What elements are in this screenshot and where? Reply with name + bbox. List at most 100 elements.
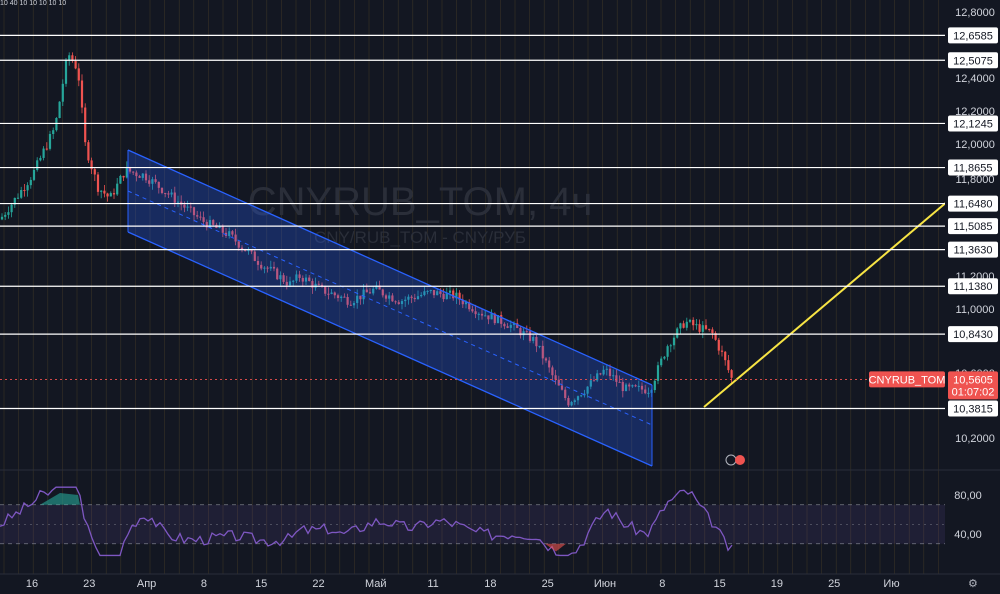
- candle-body: [720, 350, 724, 352]
- time-tick-label: 16: [26, 578, 38, 590]
- candle-body: [26, 185, 29, 191]
- level-price-box: 11,6480: [948, 195, 998, 212]
- candle-body: [80, 80, 84, 108]
- candle-body: [708, 328, 711, 330]
- candle-body: [61, 83, 64, 102]
- time-axis: 16 23 Апр 8 15 22 Май 11 18 25 Июн 8 15 19 25 Ию: [0, 573, 1000, 590]
- level-price-box: 11,1380: [948, 278, 998, 295]
- candle-body: [672, 337, 676, 346]
- candle-body: [109, 193, 112, 197]
- rsi-tick-label: 40,00: [954, 529, 982, 541]
- level-price-box: 12,5075: [948, 52, 998, 69]
- price-tick-label: 11,0000: [956, 304, 995, 316]
- level-box-label: 10,8430: [953, 329, 993, 341]
- candle-body: [682, 323, 685, 328]
- settings-gear-icon[interactable]: ⚙: [968, 578, 980, 590]
- candle-body: [669, 345, 672, 347]
- price-axis-bg: [945, 0, 1000, 594]
- current-price-box: 10,560501:07:02: [948, 371, 998, 400]
- current-symbol-tag: CNYRUB_TOM: [869, 371, 946, 388]
- event-markers: [725, 454, 745, 466]
- level-box-label: 12,1245: [953, 118, 993, 130]
- candle-body: [74, 60, 77, 69]
- price-tick-label: 10,2000: [955, 433, 995, 445]
- candle-body: [685, 321, 688, 328]
- time-tick-label: 22: [312, 578, 324, 590]
- candle-body: [29, 179, 32, 186]
- candle-body: [730, 370, 733, 378]
- candle-body: [84, 107, 87, 143]
- candle-body: [55, 117, 58, 131]
- symbol-sub-watermark: CNY/RUB_TOM - CNY/РУБ: [314, 228, 526, 247]
- candle-body: [42, 148, 45, 158]
- symbol-tag-label: CNYRUB_TOM: [869, 374, 946, 386]
- candle-body: [660, 358, 663, 366]
- time-tick-label: Май: [365, 578, 387, 590]
- candle-body: [10, 204, 13, 213]
- time-tick-label: 25: [828, 578, 840, 590]
- time-tick-label: Июн: [594, 578, 616, 590]
- level-price-box: 10,3815: [948, 400, 998, 417]
- price-axis: 12,800012,400012,200012,000011,800011,20…: [945, 0, 1000, 594]
- time-tick-label: 15: [713, 578, 725, 590]
- candle-body: [7, 212, 10, 215]
- level-price-box: 12,6585: [948, 27, 998, 44]
- level-price-box: 10,8430: [948, 326, 998, 343]
- candle-body: [96, 174, 100, 192]
- candle-body: [112, 193, 116, 195]
- rsi-overbought-fill: [40, 493, 80, 505]
- level-price-box: 11,3630: [948, 241, 998, 258]
- time-tick-label: 19: [771, 578, 783, 590]
- time-tick-label: 15: [255, 578, 267, 590]
- level-box-label: 11,8655: [954, 163, 993, 175]
- candle-body: [0, 216, 4, 220]
- price-tick-label: 12,0000: [955, 139, 995, 151]
- level-price-box: 11,5085: [948, 218, 998, 235]
- vertical-grid: [3, 0, 939, 574]
- candle-body: [32, 169, 36, 180]
- candle-body: [64, 60, 68, 84]
- time-tick-label: 23: [83, 578, 95, 590]
- symbol-watermark: CNYRUB_TOM, 4ч: [248, 180, 593, 224]
- candle-body: [87, 142, 90, 161]
- level-box-label: 11,5085: [954, 221, 993, 233]
- candle-body: [688, 319, 692, 322]
- candle-body: [45, 148, 48, 150]
- event-icon: [725, 454, 737, 466]
- time-tick-label: 25: [542, 578, 554, 590]
- price-tick-label: 12,8000: [955, 7, 995, 19]
- level-price-box: 11,8655: [948, 159, 998, 176]
- candle-body: [122, 175, 125, 178]
- candle-body: [666, 346, 669, 357]
- candle-body: [106, 193, 109, 197]
- candle-body: [48, 134, 52, 149]
- current-price-label: 10,5605: [953, 374, 993, 386]
- candle-body: [100, 190, 103, 192]
- candle-body: [93, 169, 96, 175]
- price-tick-label: 11,8000: [956, 174, 995, 186]
- candle-body: [58, 101, 61, 118]
- candle-body: [103, 190, 106, 194]
- candle-body: [704, 325, 708, 329]
- time-tick-label: 11: [427, 578, 438, 590]
- candle-body: [77, 68, 80, 81]
- candle-body: [711, 329, 714, 334]
- candle-body: [116, 183, 119, 195]
- price-chart[interactable]: CNYRUB_TOM, 4ч CNY/RUB_TOM - CNY/РУБ 12,80…: [0, 0, 1000, 594]
- price-tick-label: 12,4000: [955, 73, 995, 85]
- level-box-label: 11,3630: [954, 245, 993, 257]
- candle-body: [52, 130, 55, 135]
- candle-body: [679, 323, 682, 329]
- level-box-label: 10,3815: [953, 404, 993, 416]
- candle-body: [16, 197, 20, 199]
- candle-body: [663, 356, 666, 359]
- level-box-label: 12,5075: [953, 55, 993, 67]
- time-tick-label: 18: [484, 578, 496, 590]
- time-tick-label: Ию: [883, 578, 899, 590]
- alert-icon: [735, 455, 745, 465]
- level-box-label: 11,6480: [954, 199, 993, 211]
- rsi-band: [0, 504, 945, 544]
- candle-body: [698, 324, 701, 332]
- level-price-box: 12,1245: [948, 115, 998, 132]
- candle-body: [727, 360, 730, 371]
